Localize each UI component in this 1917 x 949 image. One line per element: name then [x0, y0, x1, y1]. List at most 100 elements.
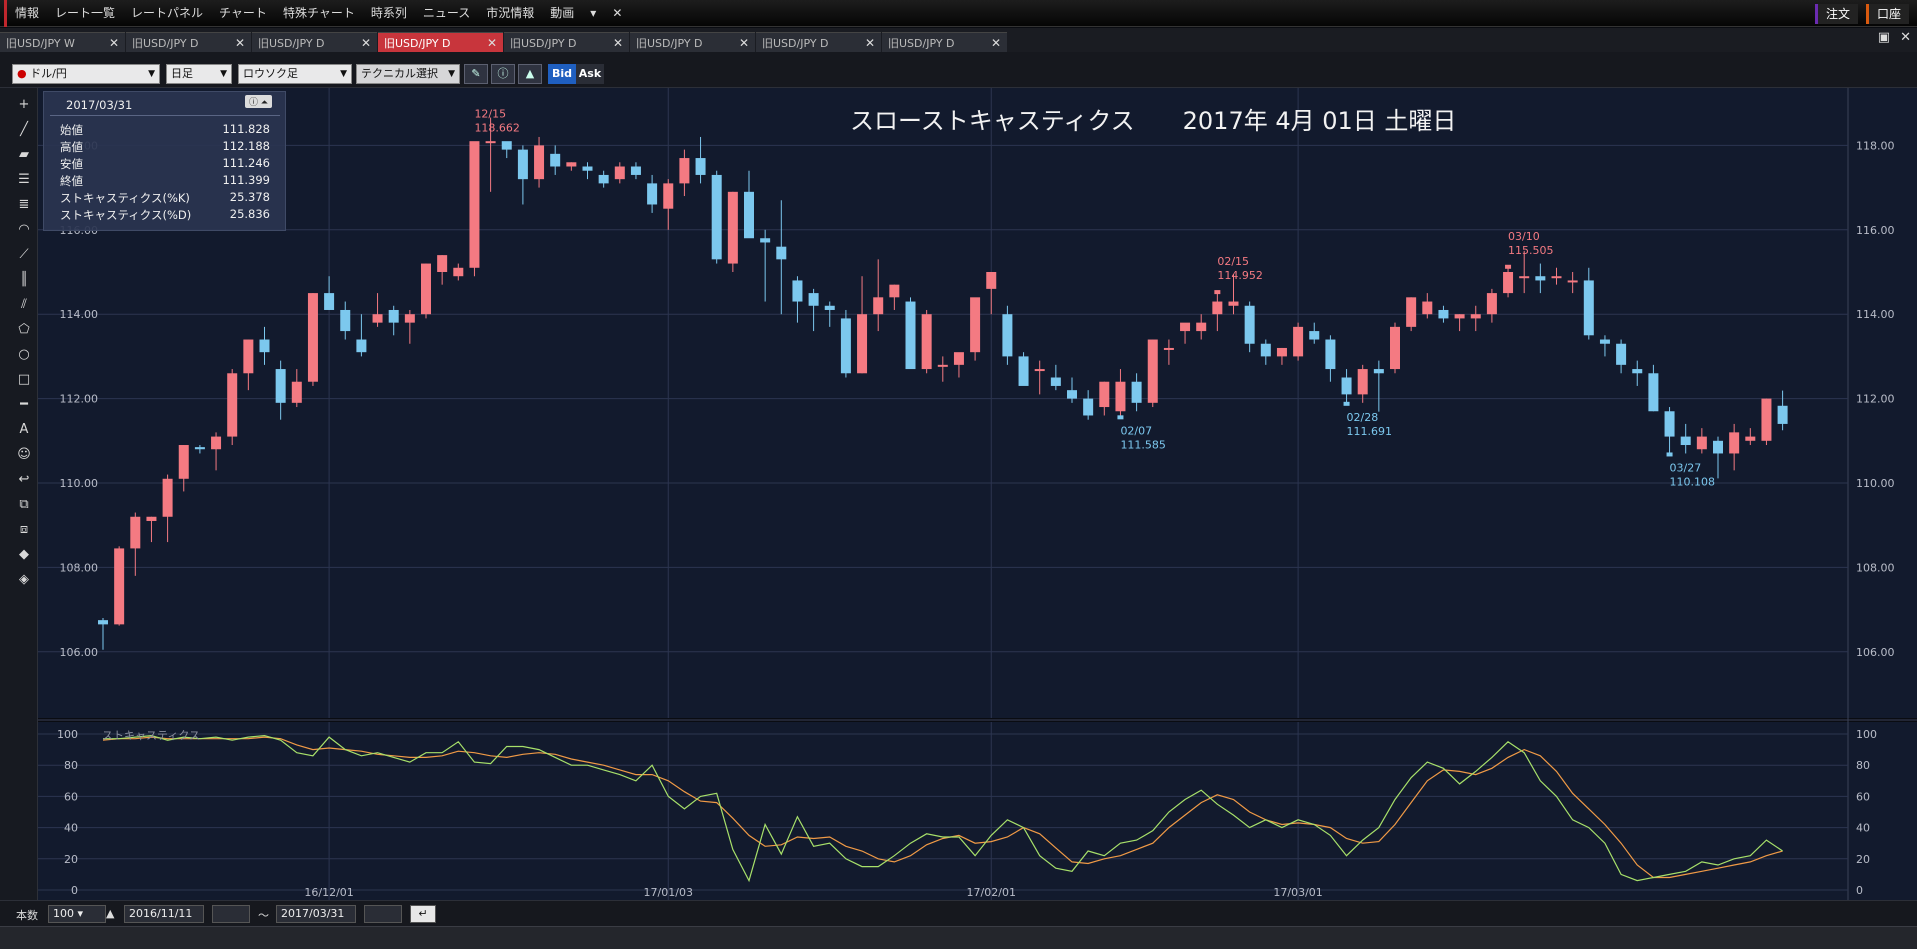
icon-stamp-icon[interactable]: ☺: [13, 444, 35, 466]
candle-body: [1341, 377, 1352, 395]
candle-body: [1696, 436, 1707, 450]
menu-news[interactable]: ニュース: [415, 0, 478, 27]
tab-usdjpy-d[interactable]: 旧USD/JPY D ✕: [630, 32, 755, 52]
candle-body: [1034, 369, 1045, 372]
candle-body: [1050, 377, 1061, 386]
circle-icon[interactable]: ○: [13, 344, 35, 366]
candle-body: [1777, 405, 1788, 424]
stochastic-label: ストキャスティクス: [102, 729, 200, 742]
close-icon[interactable]: ✕: [604, 0, 630, 27]
menu-rate-list[interactable]: レート一覧: [47, 0, 123, 27]
period-select[interactable]: 日足 ▼: [166, 64, 232, 84]
high-value-label: 115.505: [1508, 244, 1554, 257]
horizontal-lines-icon[interactable]: ☰: [13, 169, 35, 191]
candle-body: [1228, 301, 1239, 306]
pentagon-icon[interactable]: ⬠: [13, 319, 35, 341]
candle-body: [566, 162, 577, 167]
vertical-lines-icon[interactable]: ║: [13, 269, 35, 291]
bid-button[interactable]: Bid: [548, 64, 576, 84]
window-controls: ▣ ✕: [1878, 30, 1911, 45]
tab-usdjpy-d[interactable]: 旧USD/JPY D ✕: [756, 32, 881, 52]
ohlc-info-panel[interactable]: 2017/03/31 ⓘ ⏶ 始値 111.828 高値 112.188 安値 111…: [43, 91, 286, 231]
menu-info[interactable]: 情報: [4, 0, 47, 27]
text-icon[interactable]: A: [13, 419, 35, 441]
delete-icon[interactable]: ◆: [13, 544, 35, 566]
close-icon[interactable]: ✕: [109, 36, 119, 50]
fibonacci-icon[interactable]: ≣: [13, 194, 35, 216]
pitchfork-icon[interactable]: ⫽: [13, 294, 35, 316]
from-time-input[interactable]: [212, 905, 250, 923]
tab-usdjpy-d[interactable]: 旧USD/JPY D ✕: [126, 32, 251, 52]
paste-icon[interactable]: ⧈: [13, 519, 35, 541]
chart-area[interactable]: 12/15 118.662 02/07 111.585 02/15 114.952 02/2…: [38, 55, 1917, 900]
candle-body: [1147, 339, 1158, 403]
low-value-label: 111.585: [1120, 438, 1166, 451]
info-icon[interactable]: ⓘ: [491, 64, 515, 84]
gann-fan-icon[interactable]: ⟋: [13, 244, 35, 266]
candle-body: [1276, 347, 1287, 357]
undo-icon[interactable]: ↩: [13, 469, 35, 491]
close-icon[interactable]: ✕: [1900, 30, 1911, 45]
stoch-tick-label: 20: [64, 853, 78, 866]
chevron-down-icon[interactable]: ▾: [582, 0, 604, 27]
close-icon[interactable]: ✕: [361, 36, 371, 50]
price-chart[interactable]: 12/15118.662 02/07111.585 02/15114.952 02/2…: [38, 55, 1917, 900]
candle-body: [1567, 280, 1578, 283]
chart-style-select[interactable]: ロウソク足 ▼: [238, 64, 352, 84]
tab-usdjpy-d[interactable]: 旧USD/JPY D ✕: [252, 32, 377, 52]
count-up-icon[interactable]: ▲: [106, 907, 114, 920]
trendline-icon[interactable]: ╱: [13, 119, 35, 141]
from-date-input[interactable]: 2016/11/11: [124, 905, 204, 923]
stoch-tick-label: 80: [64, 759, 78, 772]
candle-body: [1406, 297, 1417, 327]
fan-icon[interactable]: ◠: [13, 219, 35, 241]
order-button[interactable]: 注文: [1814, 3, 1858, 24]
mountain-chart-icon[interactable]: ▲: [518, 64, 542, 84]
menu-chart[interactable]: チャート: [211, 0, 275, 27]
high-marker: [1505, 264, 1512, 269]
account-button[interactable]: 口座: [1865, 3, 1909, 24]
copy-icon[interactable]: ⧉: [13, 494, 35, 516]
pencil-icon[interactable]: ✎: [464, 64, 488, 84]
tab-usdjpy-w[interactable]: 旧USD/JPY W ✕: [0, 32, 125, 52]
tab-label: 旧USD/JPY W: [6, 36, 75, 50]
chevron-down-icon: ▼: [148, 69, 155, 79]
to-time-input[interactable]: [364, 905, 402, 923]
close-icon[interactable]: ✕: [613, 36, 623, 50]
candle-body: [98, 620, 108, 625]
tab-usdjpy-d-active[interactable]: 旧USD/JPY D ✕: [378, 32, 503, 52]
maximize-icon[interactable]: ▣: [1878, 30, 1890, 45]
to-date-input[interactable]: 2017/03/31: [276, 905, 356, 923]
menu-market-info[interactable]: 市況情報: [478, 0, 542, 27]
close-icon[interactable]: ✕: [235, 36, 245, 50]
y-tick-label: 106.00: [1856, 646, 1895, 659]
candle-body: [291, 381, 302, 403]
menu-video[interactable]: 動画: [542, 0, 582, 27]
info-collapse-icon[interactable]: ⓘ ⏶: [244, 95, 272, 108]
ask-button[interactable]: Ask: [576, 64, 604, 84]
candle-body: [534, 145, 545, 180]
tab-usdjpy-d[interactable]: 旧USD/JPY D ✕: [504, 32, 629, 52]
close-icon[interactable]: ✕: [991, 36, 1001, 50]
info-label-k: ストキャスティクス(%K): [60, 191, 190, 205]
delete-all-icon[interactable]: ◈: [13, 569, 35, 591]
crosshair-icon[interactable]: +: [13, 94, 35, 116]
technical-select[interactable]: テクニカル選択 ▼: [356, 64, 460, 84]
info-value: 111.246: [222, 156, 270, 170]
horizontal-line-icon[interactable]: ━: [13, 394, 35, 416]
close-icon[interactable]: ✕: [739, 36, 749, 50]
candle-body: [1648, 373, 1659, 412]
candle-body: [1212, 301, 1223, 315]
tab-usdjpy-d[interactable]: 旧USD/JPY D ✕: [882, 32, 1007, 52]
close-icon[interactable]: ✕: [865, 36, 875, 50]
return-icon[interactable]: ↵: [410, 905, 436, 923]
menu-special-chart[interactable]: 特殊チャート: [275, 0, 363, 27]
menu-rate-panel[interactable]: レートパネル: [123, 0, 211, 27]
close-icon[interactable]: ✕: [487, 36, 497, 50]
rectangle-icon[interactable]: □: [13, 369, 35, 391]
count-input[interactable]: 100 ▾: [48, 905, 106, 923]
eraser-icon[interactable]: ▰: [13, 144, 35, 166]
menu-time-series[interactable]: 時系列: [363, 0, 415, 27]
candle-body: [372, 314, 383, 323]
currency-pair-select[interactable]: ● ドル/円 ▼: [12, 64, 160, 84]
